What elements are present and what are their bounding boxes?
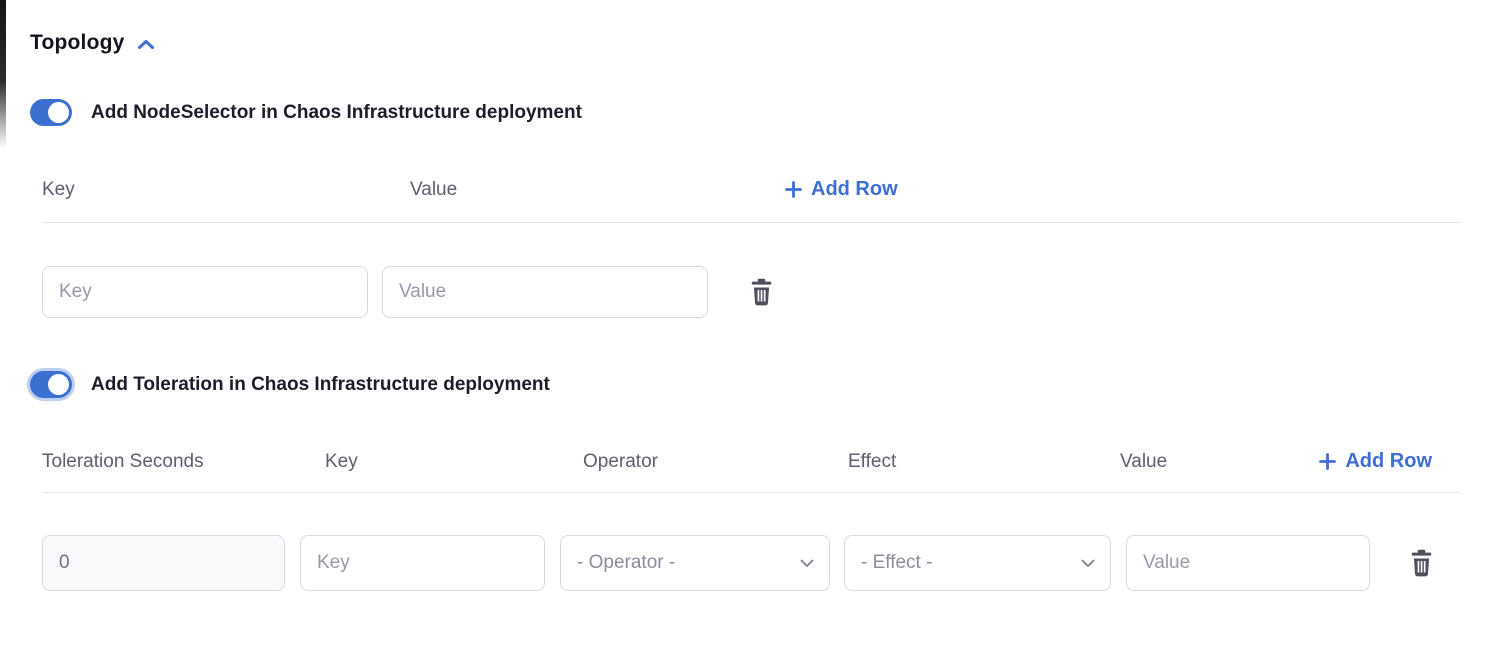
delete-row-button[interactable] [748, 277, 775, 307]
operator-select-value: - Operator - [577, 552, 675, 574]
chevron-down-icon [1081, 559, 1095, 568]
chevron-up-icon[interactable] [137, 39, 155, 50]
key-input[interactable] [42, 266, 368, 318]
operator-select[interactable]: - Operator - [560, 535, 830, 591]
add-toleration-toggle[interactable] [30, 371, 72, 398]
column-header-toleration-seconds: Toleration Seconds [42, 451, 325, 473]
section-header-topology[interactable]: Topology [30, 28, 1470, 58]
topology-panel: Topology Add NodeSelector in Chaos Infra… [0, 0, 1500, 670]
key-input[interactable] [300, 535, 545, 591]
add-nodeselector-toggle[interactable] [30, 99, 72, 126]
toleration-seconds-input[interactable] [42, 535, 285, 591]
node-selector-toggle-row: Add NodeSelector in Chaos Infrastructure… [30, 99, 1470, 126]
toggle-knob [48, 102, 69, 123]
toleration-toggle-row: Add Toleration in Chaos Infrastructure d… [30, 371, 1470, 398]
toggle-knob [48, 374, 69, 395]
add-row-label: Add Row [1345, 450, 1432, 473]
delete-row-button[interactable] [1408, 548, 1435, 578]
chevron-down-icon [800, 559, 814, 568]
column-header-value: Value [410, 179, 785, 201]
section-title: Topology [30, 31, 125, 55]
node-selector-table-header: Key Value Add Row [42, 178, 1460, 223]
add-row-button-nodeselector[interactable]: Add Row [785, 178, 898, 201]
plus-icon [1319, 453, 1336, 470]
column-header-key: Key [325, 451, 583, 473]
node-selector-table: Key Value Add Row [42, 178, 1460, 318]
add-row-button-toleration[interactable]: Add Row [1319, 450, 1432, 473]
effect-select[interactable]: - Effect - [844, 535, 1111, 591]
value-input[interactable] [1126, 535, 1370, 591]
trash-icon [748, 277, 775, 307]
add-row-label: Add Row [811, 178, 898, 201]
toleration-table: Toleration Seconds Key Operator Effect V… [42, 450, 1460, 591]
value-input[interactable] [382, 266, 708, 318]
plus-icon [785, 181, 802, 198]
column-header-operator: Operator [583, 451, 848, 473]
column-header-effect: Effect [848, 451, 1120, 473]
node-selector-row [42, 266, 1460, 318]
screen-edge-artifact [0, 0, 6, 148]
column-header-value: Value [1120, 451, 1167, 473]
effect-select-value: - Effect - [861, 552, 932, 574]
add-toleration-label: Add Toleration in Chaos Infrastructure d… [91, 374, 550, 396]
add-nodeselector-label: Add NodeSelector in Chaos Infrastructure… [91, 102, 582, 124]
toleration-row: - Operator - - Effect - [42, 535, 1460, 591]
column-header-key: Key [42, 179, 410, 201]
toleration-table-header: Toleration Seconds Key Operator Effect V… [42, 450, 1460, 493]
trash-icon [1408, 548, 1435, 578]
